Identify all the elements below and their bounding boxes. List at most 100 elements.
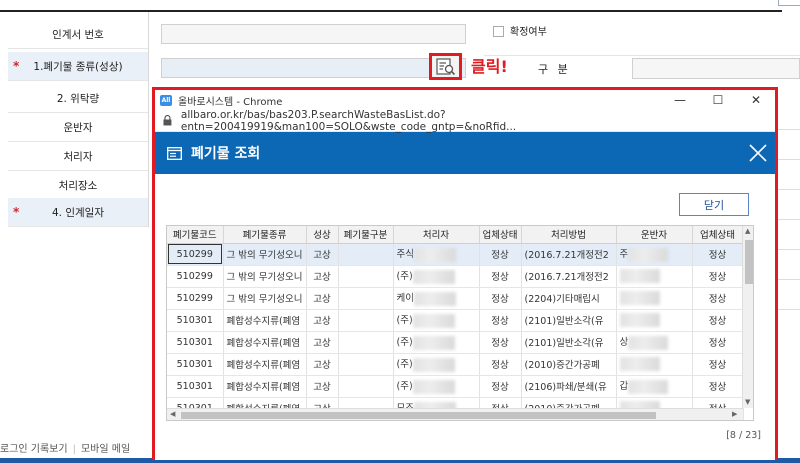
cell-waste-category[interactable] — [338, 243, 394, 266]
cell-waste-category[interactable] — [338, 375, 394, 398]
cell-waste-code[interactable]: 510299 — [167, 287, 224, 310]
table-row[interactable]: 510301 폐합성수지류(폐염 고상 (주) 정상 (2010)증간가공폐 정상 — [167, 353, 744, 376]
address-bar[interactable]: allbaro.or.kr/bas/bas203.P.searchWasteBa… — [155, 109, 775, 133]
vertical-scrollbar[interactable]: ▲ ▼ — [742, 226, 753, 408]
cell-form[interactable]: 고상 — [306, 353, 339, 376]
scroll-up-icon[interactable]: ▲ — [745, 227, 750, 235]
col-transporter-status[interactable]: 업체상태 — [692, 226, 744, 244]
cell-company-status[interactable]: 정상 — [479, 353, 522, 376]
cell-processor[interactable]: (주) — [393, 309, 480, 332]
cell-company-status[interactable]: 정상 — [479, 331, 522, 354]
cell-waste-type[interactable]: 그 밖의 무기성오니 — [223, 265, 307, 288]
cell-company-status[interactable]: 정상 — [479, 287, 522, 310]
table-row[interactable]: 510299 그 밖의 무기성오니 고상 주식 정상 (2016.7.21개정전2 주 정상 — [167, 243, 744, 266]
cell-process-method[interactable]: (2016.7.21개정전2 — [521, 243, 617, 266]
cell-company-status[interactable]: 정상 — [479, 243, 522, 266]
cell-form[interactable]: 고상 — [306, 265, 339, 288]
window-close-icon[interactable]: ✕ — [737, 93, 775, 107]
vertical-scroll-thumb[interactable] — [745, 240, 753, 284]
horizontal-scrollbar[interactable]: ◀ ▶ — [167, 408, 743, 420]
scroll-down-icon[interactable]: ▼ — [745, 398, 750, 406]
maximize-icon[interactable]: ☐ — [699, 93, 737, 107]
cell-waste-type[interactable]: 폐합성수지류(폐염 — [223, 375, 307, 398]
cell-form[interactable]: 고상 — [306, 309, 339, 332]
cell-form[interactable]: 고상 — [306, 375, 339, 398]
cell-process-method[interactable]: (2204)기타매립시 — [521, 287, 617, 310]
cell-process-method[interactable]: (2010)증간가공폐 — [521, 353, 617, 376]
cell-processor[interactable]: (주) — [393, 375, 480, 398]
cell-waste-type[interactable]: 폐합성수지류(폐염 — [223, 353, 307, 376]
cell-transporter-status[interactable]: 정상 — [692, 309, 744, 332]
col-waste-category[interactable]: 폐기물구분 — [338, 226, 394, 244]
close-button[interactable]: 닫기 — [679, 193, 749, 216]
cell-transporter[interactable] — [616, 309, 693, 332]
cell-waste-code[interactable]: 510301 — [167, 353, 224, 376]
modal-close-icon[interactable] — [749, 144, 767, 162]
col-transporter[interactable]: 운반자 — [616, 226, 693, 244]
cell-transporter[interactable]: 주 — [616, 243, 693, 266]
cell-transporter-status[interactable]: 정상 — [692, 243, 744, 266]
cell-process-method[interactable]: (2106)파쇄/분쇄(유 — [521, 375, 617, 398]
popup-titlebar[interactable]: All 올바로시스템 - Chrome — ☐ ✕ — [155, 90, 775, 110]
mobile-mail-link[interactable]: 모바일 메일 — [81, 444, 130, 455]
cell-transporter[interactable]: 갑 — [616, 375, 693, 398]
col-waste-code[interactable]: 폐기물코드 — [167, 226, 224, 244]
cell-form[interactable]: 고상 — [306, 287, 339, 310]
cell-waste-code[interactable]: 510299 — [167, 243, 224, 266]
cell-process-method[interactable]: (2101)일반소각(유 — [521, 309, 617, 332]
table-row[interactable]: 510301 폐합성수지류(폐염 고상 (주) 정상 (2106)파쇄/분쇄(유 갑 정상 — [167, 375, 744, 398]
cell-waste-category[interactable] — [338, 287, 394, 310]
cell-waste-code[interactable]: 510301 — [167, 309, 224, 332]
cell-waste-category[interactable] — [338, 309, 394, 332]
cell-company-status[interactable]: 정상 — [479, 375, 522, 398]
col-processor[interactable]: 처리자 — [393, 226, 480, 244]
cell-transporter-status[interactable]: 정상 — [692, 353, 744, 376]
waste-search-button[interactable] — [429, 53, 462, 80]
cell-waste-category[interactable] — [338, 331, 394, 354]
cell-transporter-status[interactable]: 정상 — [692, 265, 744, 288]
horizontal-scroll-thumb[interactable] — [181, 412, 656, 419]
scroll-left-icon[interactable]: ◀ — [170, 410, 175, 418]
cell-processor[interactable]: 주식 — [393, 243, 480, 266]
cell-waste-type[interactable]: 그 밖의 무기성오니 — [223, 287, 307, 310]
cell-transporter-status[interactable]: 정상 — [692, 331, 744, 354]
cell-form[interactable]: 고상 — [306, 243, 339, 266]
table-row[interactable]: 510299 그 밖의 무기성오니 고상 케이 정상 (2204)기타매립시 정상 — [167, 287, 744, 310]
cell-waste-category[interactable] — [338, 265, 394, 288]
cell-transporter[interactable] — [616, 353, 693, 376]
cell-waste-code[interactable]: 510299 — [167, 265, 224, 288]
handover-no-input[interactable] — [161, 24, 466, 44]
cell-waste-type[interactable]: 폐합성수지류(폐염 — [223, 309, 307, 332]
cell-transporter[interactable] — [616, 287, 693, 310]
cell-waste-code[interactable]: 510301 — [167, 331, 224, 354]
gubun-input[interactable] — [632, 58, 800, 79]
cell-company-status[interactable]: 정상 — [479, 309, 522, 332]
cell-processor[interactable]: 케이 — [393, 287, 480, 310]
cell-company-status[interactable]: 정상 — [479, 265, 522, 288]
cell-processor[interactable]: (주) — [393, 331, 480, 354]
cell-processor[interactable]: (주) — [393, 353, 480, 376]
cell-transporter[interactable] — [616, 265, 693, 288]
waste-type-input[interactable] — [161, 58, 466, 78]
minimize-icon[interactable]: — — [661, 93, 699, 107]
cell-waste-type[interactable]: 폐합성수지류(폐염 — [223, 331, 307, 354]
cell-waste-category[interactable] — [338, 353, 394, 376]
col-form[interactable]: 성상 — [306, 226, 339, 244]
col-process-method[interactable]: 처리방법 — [521, 226, 617, 244]
cell-process-method[interactable]: (2101)일반소각(유 — [521, 331, 617, 354]
confirm-checkbox[interactable] — [493, 26, 504, 37]
cell-process-method[interactable]: (2016.7.21개정전2 — [521, 265, 617, 288]
table-row[interactable]: 510301 폐합성수지류(폐염 고상 (주) 정상 (2101)일반소각(유 상 정상 — [167, 331, 744, 354]
scroll-right-icon[interactable]: ▶ — [732, 410, 737, 418]
col-waste-type[interactable]: 폐기물종류 — [223, 226, 307, 244]
cell-form[interactable]: 고상 — [306, 331, 339, 354]
cell-waste-type[interactable]: 그 밖의 무기성오니 — [223, 243, 307, 266]
cell-waste-code[interactable]: 510301 — [167, 375, 224, 398]
cell-processor[interactable]: (주) — [393, 265, 480, 288]
table-row[interactable]: 510299 그 밖의 무기성오니 고상 (주) 정상 (2016.7.21개정전2 정상 — [167, 265, 744, 288]
cell-transporter-status[interactable]: 정상 — [692, 287, 744, 310]
cell-transporter[interactable]: 상 — [616, 331, 693, 354]
col-company-status[interactable]: 업체상태 — [479, 226, 522, 244]
cell-transporter-status[interactable]: 정상 — [692, 375, 744, 398]
table-row[interactable]: 510301 폐합성수지류(폐염 고상 (주) 정상 (2101)일반소각(유 정상 — [167, 309, 744, 332]
